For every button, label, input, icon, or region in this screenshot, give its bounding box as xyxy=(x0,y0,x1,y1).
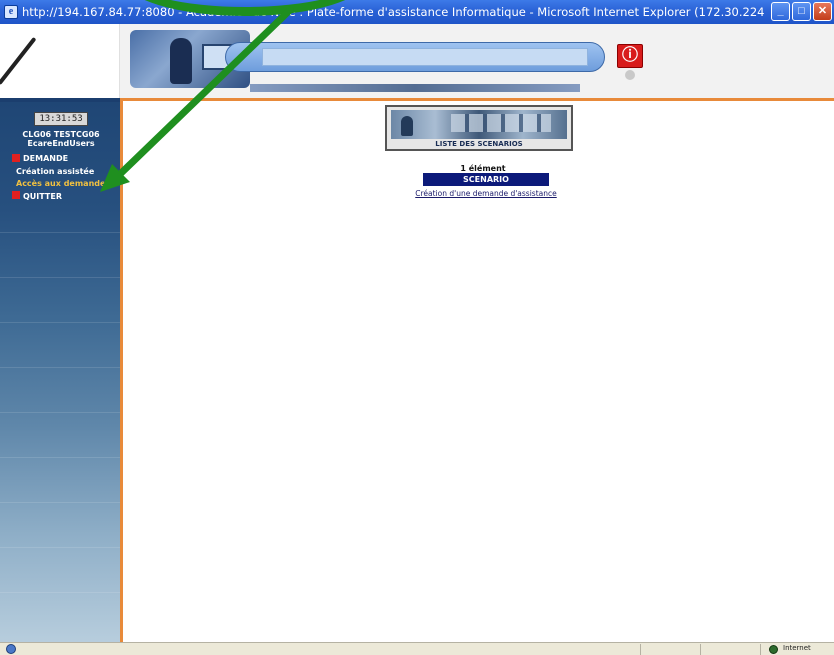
sidebar-divider xyxy=(0,547,122,548)
site-logo xyxy=(0,24,120,98)
header-stripe xyxy=(250,84,580,92)
menu-bullet-icon xyxy=(12,191,20,199)
window-title: http://194.167.84.77:8080 - Académies de… xyxy=(22,5,765,19)
main-content: LISTE DES SCENARIOS 1 élément SCENARIO C… xyxy=(123,101,834,642)
site-header: ⓘ xyxy=(0,24,834,98)
menu-demande[interactable]: DEMANDE xyxy=(23,154,68,163)
info-badge-icon xyxy=(625,70,635,80)
scenario-link[interactable]: Création d'une demande d'assistance xyxy=(393,189,579,198)
menu-creation-assistee[interactable]: Création assistée xyxy=(16,167,94,176)
internet-zone-icon xyxy=(769,645,778,654)
maximize-button[interactable]: □ xyxy=(792,2,811,21)
person-silhouette-icon xyxy=(170,38,192,84)
clock-display: 13:31:53 xyxy=(34,112,88,126)
header-banner-field xyxy=(262,48,588,66)
sidebar-divider xyxy=(0,457,122,458)
page-status-icon xyxy=(6,644,16,654)
sidebar-divider xyxy=(0,502,122,503)
title-bar: e http://194.167.84.77:8080 - Académies … xyxy=(0,0,834,24)
sidebar-divider xyxy=(0,277,122,278)
banner-caption: LISTE DES SCENARIOS xyxy=(435,140,523,148)
sidebar-divider xyxy=(0,412,122,413)
status-divider xyxy=(760,644,761,655)
menu-acces-aux-demandes[interactable]: Accès aux demandes xyxy=(16,179,110,188)
security-zone-label: Internet xyxy=(783,644,811,652)
menu-bullet-icon xyxy=(12,154,20,162)
user-name: CLG06 TESTCG06 xyxy=(22,130,100,139)
menu-quitter[interactable]: QUITTER xyxy=(23,192,62,201)
sidebar-divider xyxy=(0,322,122,323)
user-group: EcareEndUsers xyxy=(27,139,95,148)
status-divider xyxy=(640,644,641,655)
minimize-button[interactable]: _ xyxy=(771,2,790,21)
scenario-list-banner: LISTE DES SCENARIOS xyxy=(385,105,573,151)
element-count: 1 élément xyxy=(460,164,506,173)
banner-photo xyxy=(391,110,567,139)
status-divider xyxy=(700,644,701,655)
header-banner-bar xyxy=(225,42,605,72)
sidebar-divider xyxy=(0,367,122,368)
scenario-column-header: SCENARIO xyxy=(423,173,549,186)
internet-explorer-icon: e xyxy=(4,5,18,19)
logo-slash-icon xyxy=(0,36,37,86)
close-button[interactable]: ✕ xyxy=(813,2,832,21)
sidebar-divider xyxy=(0,592,122,593)
sidebar-divider xyxy=(0,232,122,233)
ie-window: e http://194.167.84.77:8080 - Académies … xyxy=(0,0,834,655)
sidebar: 13:31:53 CLG06 TESTCG06 EcareEndUsers DE… xyxy=(0,102,122,642)
status-bar: Internet xyxy=(0,642,834,655)
info-button[interactable]: ⓘ xyxy=(617,44,643,68)
window-controls: _ □ ✕ xyxy=(771,2,832,21)
